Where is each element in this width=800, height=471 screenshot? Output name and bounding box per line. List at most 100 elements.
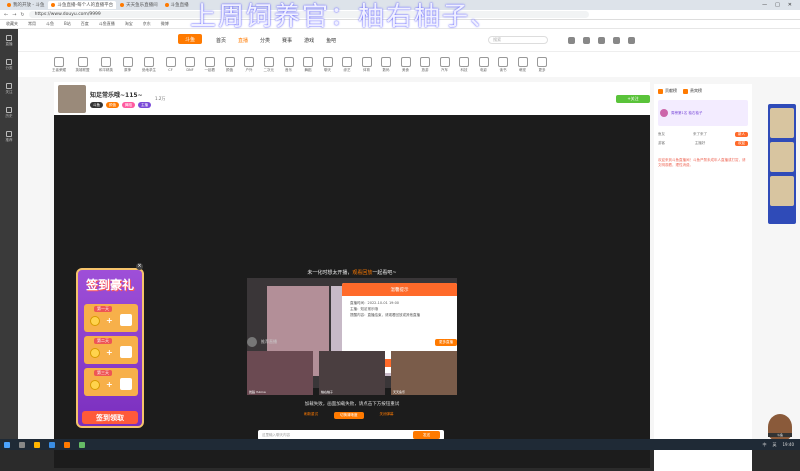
subnav-item[interactable]: 王者荣耀 xyxy=(52,56,66,73)
subnav-item[interactable]: 美食 xyxy=(400,56,411,73)
follow-icon[interactable] xyxy=(613,36,621,44)
subnav-item[interactable]: 和平精英 xyxy=(99,56,113,73)
folder-icon[interactable] xyxy=(34,441,40,448)
reload-icon[interactable]: ↻ xyxy=(20,12,24,18)
signin-day[interactable]: 第三天 + xyxy=(84,368,138,396)
ad-card[interactable] xyxy=(770,142,794,172)
signin-widget[interactable]: 签到豪礼 第一天 + 第二天 + 第三天 + 签到领取 xyxy=(76,268,144,428)
signin-claim-button[interactable]: 签到领取 xyxy=(82,411,138,424)
close-button[interactable]: ✕ xyxy=(788,2,792,8)
subnav-item[interactable]: 一起看 xyxy=(205,56,215,73)
site-logo[interactable]: 斗鱼 xyxy=(178,34,202,44)
bookmark-item[interactable]: 常用 xyxy=(28,21,36,27)
refresh-link[interactable]: 刷新重试 xyxy=(304,412,318,419)
subnav-item[interactable]: 汽车 xyxy=(439,56,450,73)
tab-vip[interactable]: 贵宾榜 xyxy=(683,88,702,94)
more-live-button[interactable]: 更多直播 xyxy=(435,338,457,346)
back-arrow-icon[interactable]: ← xyxy=(4,12,8,18)
subnav-item[interactable]: 舞蹈 xyxy=(303,56,313,73)
subnav-item[interactable]: 萌宠 xyxy=(517,56,528,73)
subnav-item[interactable]: 更多 xyxy=(537,56,547,73)
browser-tab-active[interactable]: 斗鱼直播-每个人的直播平台 xyxy=(48,1,117,9)
minimize-button[interactable]: — xyxy=(762,2,767,8)
nav-fishbar[interactable]: 鱼吧 xyxy=(326,37,336,44)
download-icon[interactable] xyxy=(568,36,576,44)
subnav-item[interactable]: 原神 xyxy=(122,56,133,73)
follow-button[interactable]: +关注 xyxy=(616,94,650,103)
danmaku-toggle[interactable]: 关闭弹幕 xyxy=(380,412,394,419)
rail-item[interactable]: 关注 xyxy=(0,77,18,101)
start-icon[interactable] xyxy=(4,441,10,448)
subnav-item[interactable]: DNF xyxy=(185,57,195,72)
rail-item[interactable]: 历史 xyxy=(0,101,18,125)
subnav-item[interactable]: 旅游 xyxy=(420,56,430,73)
bookmark-item[interactable]: 京东 xyxy=(143,21,151,27)
streamer-tag[interactable]: 斗鱼 xyxy=(90,101,103,108)
nav-events[interactable]: 赛事 xyxy=(282,37,292,44)
browser-icon[interactable] xyxy=(49,441,55,448)
lang-indicator[interactable]: 英 xyxy=(772,442,776,448)
quality-button[interactable]: 切换清晰度 xyxy=(334,412,364,419)
streamer-tag[interactable]: 主播 xyxy=(138,101,151,108)
subnav-item[interactable]: 体育 xyxy=(361,56,372,73)
recommend-thumb[interactable]: 天天鱼乐 xyxy=(391,351,457,395)
ad-card[interactable] xyxy=(770,108,794,138)
rail-item[interactable]: 分类 xyxy=(0,53,18,77)
rail-item[interactable]: 直播 xyxy=(0,29,18,53)
bookmark-item[interactable]: 斗鱼 xyxy=(46,21,54,27)
subnav-item[interactable]: 科技 xyxy=(459,56,469,73)
subnav-item[interactable]: 二次元 xyxy=(264,56,274,73)
douyu-icon[interactable] xyxy=(64,441,70,448)
browser-tab[interactable]: 我的开放 - 斗鱼 xyxy=(4,1,47,9)
streamer-name[interactable]: 知足常乐哦~115~ xyxy=(90,90,151,99)
rank-card[interactable]: 周榜第1名 柚右柚子 xyxy=(658,100,748,126)
forward-arrow-icon[interactable]: → xyxy=(12,12,16,18)
message-icon[interactable] xyxy=(583,36,591,44)
subnav-item[interactable]: 颜值 xyxy=(224,56,235,73)
nav-live[interactable]: 直播 xyxy=(238,37,248,44)
bookmark-item[interactable]: 斗鱼直播 xyxy=(99,21,115,27)
subnav-item[interactable]: 英雄联盟 xyxy=(76,56,90,73)
streamer-avatar[interactable] xyxy=(58,84,86,113)
search-input[interactable]: 搜索 xyxy=(488,36,549,44)
avatar[interactable] xyxy=(628,36,636,44)
streamer-tag[interactable]: 舞蹈 xyxy=(122,101,135,108)
signin-day[interactable]: 第二天 + xyxy=(84,336,138,364)
floating-ad-panel[interactable] xyxy=(768,104,796,224)
app-icon[interactable] xyxy=(79,441,85,448)
bookmark-item[interactable]: 收藏夹 xyxy=(6,21,18,27)
clock: 19:40 xyxy=(782,441,794,447)
tab-contribution[interactable]: 贡献榜 xyxy=(658,88,677,94)
maximize-button[interactable]: □ xyxy=(775,2,780,8)
subnav-item[interactable]: 数码 xyxy=(381,56,391,73)
ad-card[interactable] xyxy=(770,176,794,206)
nav-home[interactable]: 首页 xyxy=(216,37,226,44)
subnav-item[interactable]: 电影 xyxy=(478,56,489,73)
subnav-item[interactable]: CF xyxy=(165,57,176,72)
history-icon[interactable] xyxy=(598,36,606,44)
subnav-item[interactable]: 读书 xyxy=(498,56,508,73)
subnav-item[interactable]: 音乐 xyxy=(283,56,294,73)
signin-day[interactable]: 第一天 + xyxy=(84,304,138,332)
bookmark-item[interactable]: 微博 xyxy=(161,21,169,27)
recommend-thumb[interactable]: 柚右柚子 xyxy=(319,351,385,395)
subnav-item[interactable]: 聊天 xyxy=(322,56,333,73)
bookmark-item[interactable]: 淘宝 xyxy=(125,21,133,27)
subnav-item[interactable]: 综艺 xyxy=(342,56,352,73)
subnav-item[interactable]: 绝地求生 xyxy=(142,56,156,73)
subnav-item[interactable]: 户外 xyxy=(244,56,254,73)
ime-indicator[interactable]: 中 xyxy=(762,442,766,448)
bookmark-item[interactable]: B站 xyxy=(64,21,71,27)
search-icon[interactable] xyxy=(19,441,25,448)
nav-category[interactable]: 分类 xyxy=(260,37,270,44)
streamer-tag[interactable]: 颜值 xyxy=(106,101,119,108)
close-icon[interactable]: × xyxy=(136,263,143,270)
bookmark-item[interactable]: 百度 xyxy=(81,21,89,27)
chat-input[interactable]: 这里输入聊天内容 xyxy=(262,433,290,438)
browser-tab[interactable]: 天天鱼乐直播间 xyxy=(117,1,161,9)
send-button[interactable]: 发送 xyxy=(413,431,440,439)
chat-item: 鱼友 来了来了 新人 xyxy=(658,132,748,137)
recommend-thumb[interactable]: 舞蹈 Yukina xyxy=(247,351,313,395)
rail-item[interactable]: 推荐 xyxy=(0,125,18,149)
nav-games[interactable]: 游戏 xyxy=(304,37,314,44)
